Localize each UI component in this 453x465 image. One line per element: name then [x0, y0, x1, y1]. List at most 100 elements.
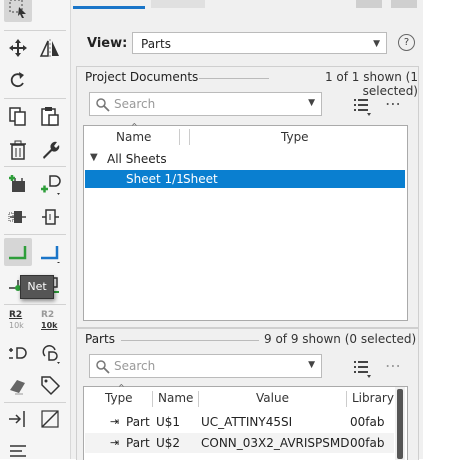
panel-close-button[interactable] [391, 0, 417, 8]
net-tool-button[interactable] [36, 238, 64, 266]
cell-type: Part [126, 415, 150, 429]
wire-tool-button[interactable] [4, 238, 32, 266]
rotate-tool-button[interactable] [4, 66, 32, 94]
pinswap-icon [9, 347, 27, 359]
invoke-tool-button[interactable] [36, 203, 64, 231]
smash-tool-button[interactable] [4, 371, 32, 399]
mirror-tool-button[interactable] [36, 34, 64, 62]
parts-title: Parts [85, 332, 115, 346]
text-tool-button[interactable] [4, 437, 32, 465]
cell-library: 00fab [350, 415, 385, 429]
gateswap-icon [42, 345, 60, 364]
copy-tool-button[interactable] [4, 102, 32, 130]
more-options-icon[interactable]: ⋯ [385, 94, 401, 113]
rotate-icon [10, 72, 24, 88]
tab-active-indicator[interactable] [73, 6, 145, 9]
list-view-icon[interactable] [352, 359, 374, 379]
tool-palette: Net R2 10k R2 10k [0, 0, 71, 459]
parts-column-header-type[interactable]: Type [105, 391, 133, 405]
attribute-tool-button[interactable] [36, 371, 64, 399]
parts-count: 9 of 9 shown (0 selected) [264, 332, 417, 346]
add-part-icon [9, 175, 25, 192]
paste-tool-button[interactable] [36, 102, 64, 130]
value-label: R2 [41, 310, 55, 320]
chevron-down-icon: ▼ [373, 39, 380, 49]
properties-tool-button[interactable] [36, 136, 64, 164]
port-icon [9, 411, 25, 427]
expand-triangle-icon[interactable]: ▼ [90, 152, 98, 163]
table-row[interactable]: ⇥ Part U$2 CONN_03X2_AVRISPSMD 00fab [84, 434, 394, 454]
add-part-tool-button[interactable] [4, 170, 32, 198]
panel-tabs [71, 0, 423, 10]
add-gate-icon [41, 175, 61, 195]
tab-inactive[interactable] [151, 0, 205, 8]
parts-search-placeholder: Search [114, 359, 156, 373]
search-icon [96, 360, 110, 374]
replace-icon [8, 211, 26, 223]
parts-column-header-name[interactable]: Name [158, 391, 193, 405]
sort-caret-icon: ^ [131, 122, 138, 131]
properties-panel: View: Parts ▼ ? Project Documents 1 of 1… [71, 0, 423, 460]
cell-library: 00fab [350, 436, 385, 450]
cell-value: UC_ATTINY45SI [201, 415, 293, 429]
selected-row-name: Sheet 1/1 [126, 172, 184, 186]
select-tool-button[interactable] [4, 0, 32, 22]
select-rectangle-icon [9, 0, 26, 18]
chevron-down-icon: ▼ [308, 98, 315, 108]
tree-row-selected[interactable]: Sheet 1/1 Sheet [85, 170, 405, 188]
table-row[interactable]: ⇥ Part U$1 UC_ATTINY45SI 00fab [84, 413, 394, 433]
value-tool-button[interactable]: R2 10k [36, 307, 64, 335]
delete-tool-button[interactable] [4, 136, 32, 164]
trash-icon [10, 140, 26, 160]
copy-icon [9, 107, 26, 126]
selected-row-type: Sheet [183, 172, 218, 186]
search-icon [96, 98, 110, 112]
panel-minimize-button[interactable] [356, 0, 382, 8]
net-icon [41, 246, 60, 263]
help-icon[interactable]: ? [398, 34, 415, 51]
parts-column-header-library[interactable]: Library [352, 391, 394, 405]
canvas-edge [423, 0, 453, 459]
move-arrows-icon [9, 39, 27, 57]
line-icon [41, 410, 59, 428]
name-sub: 10k [9, 321, 24, 330]
documents-search-placeholder: Search [114, 97, 156, 111]
documents-search-input[interactable]: Search ▼ [89, 92, 322, 116]
pinswap-tool-button[interactable] [4, 339, 32, 367]
view-select[interactable]: Parts ▼ [132, 32, 387, 54]
name-label: R2 [9, 310, 23, 320]
add-symbol-tool-button[interactable] [36, 170, 64, 198]
paste-icon [41, 107, 59, 126]
chevron-down-icon: ▼ [308, 360, 315, 370]
cell-name: U$2 [156, 436, 181, 450]
view-select-value: Parts [141, 37, 171, 51]
gateswap-tool-button[interactable] [36, 339, 64, 367]
parts-column-header-value[interactable]: Value [256, 391, 289, 405]
port-tool-button[interactable] [4, 405, 32, 433]
invoke-icon [42, 209, 59, 225]
net-tooltip: Net [20, 275, 54, 299]
parts-table: Type ^ Name Value Library ⇥ Part U$1 UC_… [83, 383, 408, 460]
name-tool-button[interactable]: R2 10k [4, 307, 32, 335]
cell-name: U$1 [156, 415, 181, 429]
line-tool-button[interactable] [36, 405, 64, 433]
part-row-icon: ⇥ [110, 436, 120, 449]
documents-tree: Name ^ Type ▼ All Sheets Sheet 1/1 Sheet [83, 122, 408, 321]
value-sub: 10k [41, 321, 58, 330]
sort-caret-icon: ^ [118, 383, 125, 392]
smash-icon [10, 380, 25, 395]
project-documents-title: Project Documents [85, 70, 199, 84]
parts-scrollbar-thumb[interactable] [397, 389, 403, 459]
replace-tool-button[interactable] [4, 203, 32, 231]
tag-icon [41, 376, 61, 396]
move-tool-button[interactable] [4, 34, 32, 62]
cell-type: Part [126, 436, 150, 450]
column-header-type[interactable]: Type [281, 126, 309, 148]
parts-search-input[interactable]: Search ▼ [89, 354, 322, 378]
more-options-icon[interactable]: ⋯ [385, 356, 401, 375]
tree-root-all-sheets[interactable]: All Sheets [107, 150, 167, 168]
wrench-icon [43, 141, 60, 159]
view-label: View: [87, 36, 128, 51]
list-view-icon[interactable] [352, 97, 374, 117]
mirror-icon [39, 39, 59, 58]
